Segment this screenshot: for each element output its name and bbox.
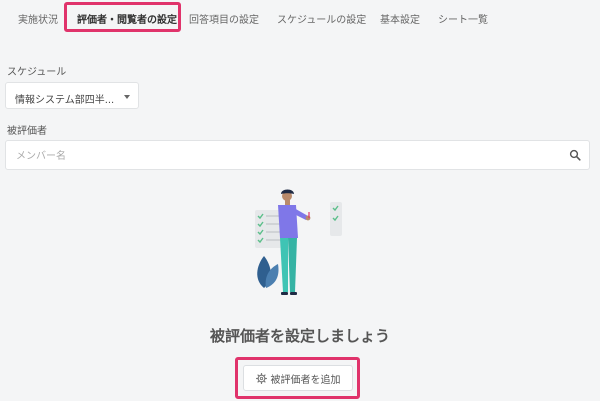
add-evaluatee-button-label: 被評価者を追加 xyxy=(270,374,341,386)
evaluatee-label: 被評価者 xyxy=(7,126,47,137)
member-search-input[interactable] xyxy=(14,147,558,165)
gear-icon xyxy=(255,372,267,384)
person-checklist-illustration xyxy=(255,189,342,295)
caret-down-icon xyxy=(124,95,130,99)
add-evaluatee-button[interactable]: 被評価者を追加 xyxy=(243,365,353,391)
person-leg-right xyxy=(288,238,297,292)
active-tab-highlight xyxy=(64,2,181,32)
schedule-selected-value: 情報システム部四半... xyxy=(15,95,115,106)
schedule-select[interactable]: 情報システム部四半... xyxy=(5,82,139,109)
tab-answer-items-settings[interactable]: 回答項目の設定 xyxy=(189,11,259,26)
person-leg-left xyxy=(280,238,288,292)
search-icon[interactable] xyxy=(569,149,581,161)
member-search-box xyxy=(5,140,590,170)
tab-sheet-list[interactable]: シート一覧 xyxy=(438,11,488,26)
schedule-label: スケジュール xyxy=(7,67,67,78)
tab-basic-settings[interactable]: 基本設定 xyxy=(380,11,420,26)
tab-schedule-settings[interactable]: スケジュールの設定 xyxy=(277,11,366,26)
tab-status[interactable]: 実施状況 xyxy=(18,11,58,26)
empty-state-heading: 被評価者を設定しましょう xyxy=(209,327,390,345)
